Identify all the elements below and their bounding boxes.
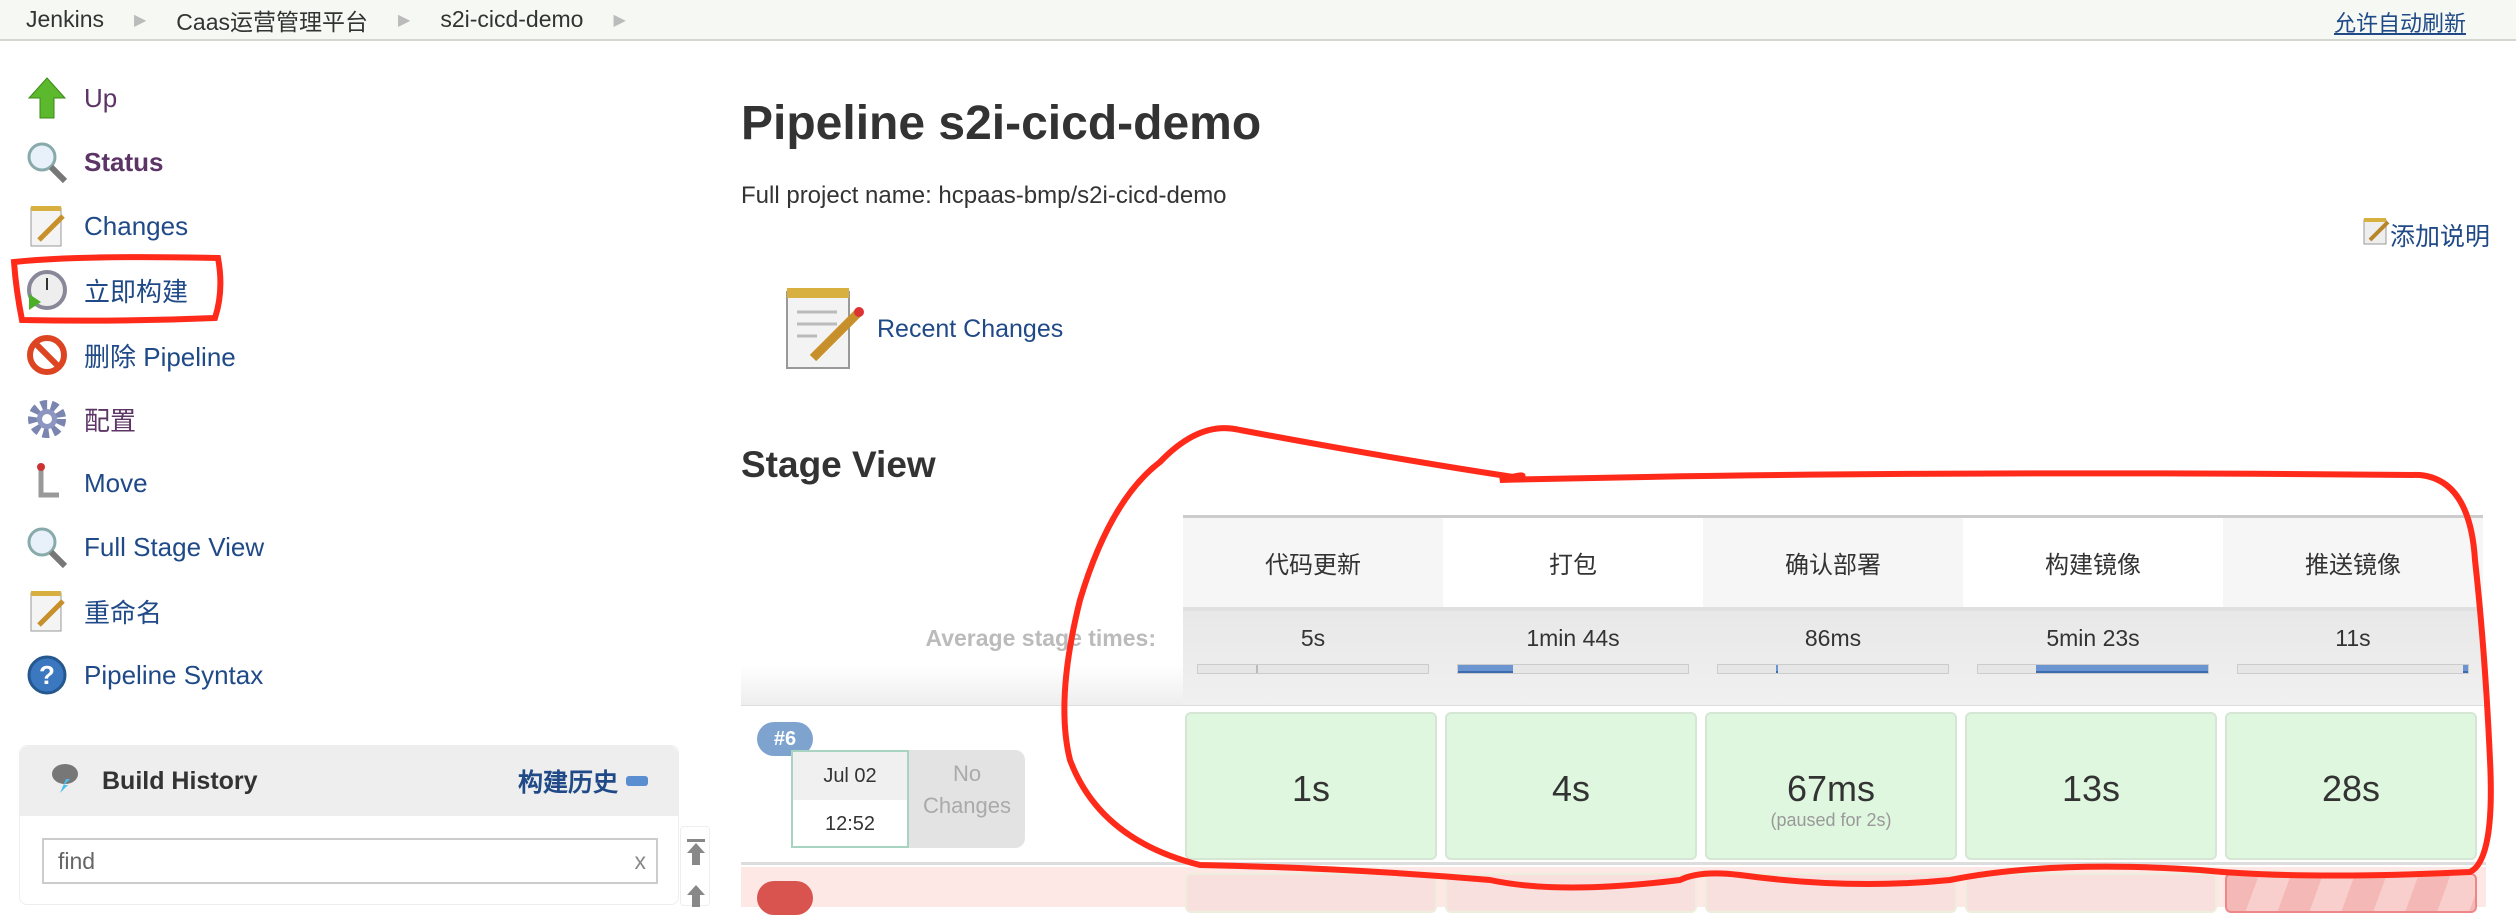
stage-average-bar (1197, 664, 1429, 674)
stage-cell[interactable]: 4s (1445, 712, 1697, 860)
breadcrumb-job[interactable]: s2i-cicd-demo (440, 6, 583, 33)
clear-search-button[interactable]: x (635, 848, 647, 875)
stage-cell[interactable]: 1s (1185, 712, 1437, 860)
chevron-right-icon: ▶ (133, 11, 147, 29)
stage-paused-note: (paused for 2s) (1770, 810, 1892, 830)
build-row[interactable] (741, 867, 2486, 915)
svg-text:?: ? (39, 660, 55, 690)
stage-average-bar (2237, 664, 2469, 674)
build-trend-link[interactable]: 构建历史 (518, 763, 618, 799)
stage-header: 代码更新 (1183, 515, 1443, 607)
history-scroll-controls[interactable] (680, 826, 711, 907)
stage-duration: 28s (2321, 768, 2381, 809)
stage-average: 5min 23s (1963, 607, 2223, 705)
sidebar-item-delete-pipeline[interactable]: 删除 Pipeline (24, 330, 236, 380)
build-date-day: Jul 02 (793, 752, 907, 800)
stage-cell[interactable]: 13s (1965, 712, 2217, 860)
stage-average-bar-fill (2463, 665, 2468, 673)
stage-average: 1min 44s (1443, 607, 1703, 705)
stage-average: 5s (1183, 607, 1443, 705)
edit-notepad-icon (2362, 216, 2390, 253)
build-history-panel: Build History 构建历史 find x (19, 745, 679, 905)
stage-cell[interactable] (1185, 873, 1437, 913)
stage-average-bar (1717, 664, 1949, 674)
recent-changes-link[interactable]: Recent Changes (877, 315, 1063, 344)
stage-cell[interactable] (1705, 873, 1957, 913)
clock-build-icon (24, 267, 70, 313)
notepad-icon (777, 282, 867, 377)
stage-cell[interactable] (1965, 873, 2217, 913)
chevron-right-icon: ▶ (398, 11, 411, 29)
stage-average-bar-fill (1458, 665, 1514, 673)
page-title: Pipeline s2i-cicd-demo (741, 97, 1262, 150)
stage-average-bar-fill (1775, 665, 1778, 673)
build-history-title: Build History (102, 766, 258, 795)
row-shade (741, 665, 1183, 705)
notepad-icon (24, 588, 70, 634)
stage-average-bar-fill (1255, 665, 1258, 673)
sidebar-item-changes[interactable]: Changes (24, 201, 188, 251)
build-date: Jul 02 12:52 (791, 750, 909, 848)
gear-icon (24, 396, 70, 442)
sidebar-item-build-now[interactable]: 立即构建 (24, 265, 188, 315)
stage-duration: 1s (1291, 768, 1331, 809)
stage-header: 打包 (1443, 515, 1703, 607)
stage-average-time: 86ms (1804, 625, 1862, 651)
up-arrow-icon (24, 75, 70, 121)
recent-changes: Recent Changes (777, 282, 1063, 377)
sidebar-item-rename[interactable]: 重命名 (24, 586, 162, 636)
collapse-icon[interactable] (626, 776, 648, 786)
cloud-lightning-icon (50, 761, 80, 802)
stage-average-bar (1977, 664, 2209, 674)
stage-header: 推送镜像 (2223, 515, 2483, 607)
build-search-input[interactable]: find x (42, 838, 658, 884)
average-stage-times-label: Average stage times: (925, 625, 1156, 651)
stage-average-bar-fill (2035, 665, 2208, 673)
stage-header: 构建镜像 (1963, 515, 2223, 607)
stage-duration: 67ms (1786, 768, 1876, 809)
stage-header: 确认部署 (1703, 515, 1963, 607)
build-history-header: Build History 构建历史 (20, 746, 678, 816)
build-row[interactable]: #6 Jul 02 12:52 No Changes 1s 4s 67ms (pause… (741, 705, 2486, 865)
sidebar-item-status[interactable]: Status (24, 137, 163, 187)
stage-average: 11s (2223, 607, 2483, 705)
stage-cell[interactable] (2225, 873, 2477, 913)
stage-cell[interactable] (1445, 873, 1697, 913)
breadcrumb-folder[interactable]: Caas运营管理平台 (176, 3, 368, 37)
stage-cell[interactable]: 67ms (paused for 2s) (1705, 712, 1957, 860)
sidebar-item-full-stage-view[interactable]: Full Stage View (24, 522, 264, 572)
notepad-icon (24, 203, 70, 249)
help-icon: ? (24, 652, 70, 698)
search-placeholder: find (58, 848, 96, 874)
stage-average-time: 1min 44s (1526, 625, 1620, 651)
search-icon (24, 524, 70, 570)
auto-refresh-link[interactable]: 允许自动刷新 (2334, 6, 2466, 38)
stage-average-time: 11s (2335, 625, 2371, 651)
stage-view-heading: Stage View (741, 444, 936, 485)
chevron-right-icon: ▶ (613, 11, 626, 29)
move-icon (24, 460, 70, 506)
stage-duration: 13s (2061, 768, 2121, 809)
sidebar-item-pipeline-syntax[interactable]: ? Pipeline Syntax (24, 650, 263, 700)
stage-average-bar (1457, 664, 1689, 674)
add-description-link[interactable]: 添加说明 (2390, 217, 2490, 253)
stage-duration: 4s (1551, 768, 1591, 809)
scroll-top-icon[interactable] (681, 827, 711, 907)
stage-average: 86ms (1703, 607, 1963, 705)
sidebar-item-configure[interactable]: 配置 (24, 394, 136, 444)
no-entry-icon (24, 332, 70, 378)
breadcrumb-bar: Jenkins ▶ Caas运营管理平台 ▶ s2i-cicd-demo ▶ 允许自动… (0, 0, 2516, 41)
sidebar-item-move[interactable]: Move (24, 458, 148, 508)
search-icon (24, 139, 70, 185)
stage-average-time: 5s (1300, 625, 1326, 651)
build-date-time: 12:52 (824, 813, 876, 835)
stage-average-time: 5min 23s (2046, 625, 2140, 651)
breadcrumb-jenkins[interactable]: Jenkins (26, 6, 104, 33)
full-project-name: Full project name: hcpaas-bmp/s2i-cicd-d… (741, 182, 1227, 209)
build-changes[interactable]: No Changes (909, 750, 1025, 848)
add-description-button[interactable]: 添加说明 (2362, 216, 2490, 253)
sidebar-item-up[interactable]: Up (24, 73, 117, 123)
build-number-badge[interactable] (757, 881, 813, 915)
stage-cell[interactable]: 28s (2225, 712, 2477, 860)
